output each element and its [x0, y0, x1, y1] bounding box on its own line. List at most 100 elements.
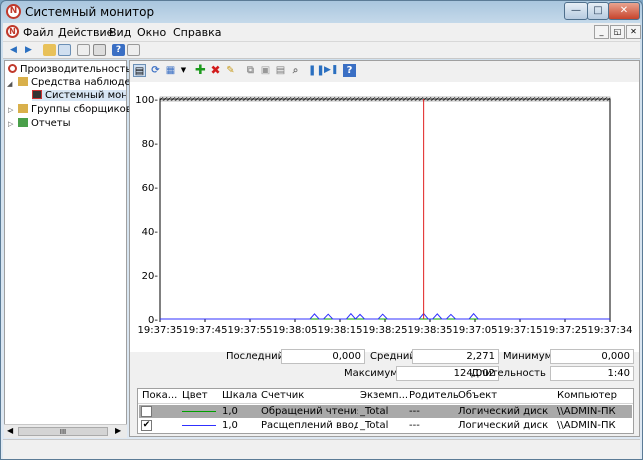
minimize-button[interactable]: — [564, 2, 588, 20]
maximize-button[interactable]: □ [587, 2, 609, 20]
instance-cell: _Total [360, 406, 389, 417]
forward-icon[interactable]: ▶ [22, 44, 35, 56]
expand-icon[interactable]: ▷ [8, 120, 13, 128]
view-log-data-icon[interactable]: ⟳ [149, 64, 162, 77]
average-value: 2,271 [412, 349, 499, 364]
show-checkbox[interactable] [141, 406, 152, 417]
up-folder-icon[interactable] [43, 44, 56, 56]
update-data-icon[interactable]: ▶❚ [324, 64, 338, 77]
chart-icon [32, 90, 42, 99]
header-divider [138, 403, 633, 404]
plot-border [159, 98, 611, 320]
tree-item-reports[interactable]: Отчеты [18, 118, 70, 129]
last-value: 0,000 [281, 349, 365, 364]
show-hide-tree-icon[interactable] [58, 44, 71, 56]
tree-horizontal-scrollbar[interactable]: ◀ III ▶ [4, 424, 127, 438]
x-tick-label: 19:38:05 [273, 325, 318, 336]
report-icon [18, 118, 28, 127]
col-color[interactable]: Цвет [182, 390, 208, 401]
perfmon-app-icon: N [6, 4, 21, 19]
close-button[interactable]: ✕ [608, 2, 640, 20]
properties-icon[interactable] [93, 44, 106, 56]
app-menu-icon[interactable]: N [6, 25, 19, 38]
y-tick-label: 40- [142, 227, 159, 238]
folder-icon [18, 104, 28, 113]
menu-window[interactable]: Окно [137, 26, 166, 39]
x-tick-label: 19:37:25 [543, 325, 588, 336]
window-title: Системный монитор [25, 5, 155, 19]
scroll-right-icon[interactable]: ▶ [115, 426, 121, 435]
menu-file[interactable]: Файл [23, 26, 53, 39]
mdi-minimize-button[interactable]: _ [594, 25, 609, 39]
y-tick-label: 20- [142, 271, 159, 282]
minimum-label: Минимум [503, 351, 553, 362]
x-axis: 19:37:35 19:37:45 19:37:55 19:38:05 19:38:15… [138, 319, 632, 336]
maximum-label: Максимум [344, 368, 398, 379]
instance-cell: _Total [360, 420, 389, 431]
minimum-value: 0,000 [550, 349, 634, 364]
average-label: Средний [370, 351, 416, 362]
y-tick-label: 60- [142, 183, 159, 194]
add-counter-icon[interactable]: ✚ [194, 64, 207, 77]
scroll-left-icon[interactable]: ◀ [7, 426, 13, 435]
scroll-thumb[interactable]: III [18, 427, 108, 436]
help-icon[interactable]: ? [343, 64, 356, 77]
menu-help[interactable]: Справка [173, 26, 221, 39]
show-checkbox[interactable]: ✔ [141, 420, 152, 431]
counter-legend-table: Пока... Цвет Шкала Счетчик Экземп... Род… [137, 388, 634, 434]
table-row[interactable]: 1,0 Обращений чтения... _Total --- Логич… [139, 405, 632, 418]
tree-item-performance[interactable]: Производительность [8, 64, 131, 75]
col-show[interactable]: Пока... [142, 390, 177, 401]
parent-cell: --- [409, 406, 420, 417]
graph-type-dropdown-icon[interactable]: ▼ [177, 64, 190, 77]
col-instance[interactable]: Экземп... [360, 390, 408, 401]
col-computer[interactable]: Компьютер [557, 390, 617, 401]
help-icon[interactable]: ? [112, 44, 125, 56]
highlight-icon[interactable]: ✎ [224, 64, 237, 77]
paste-counter-list-icon[interactable]: ▣ [259, 64, 272, 77]
table-row[interactable]: ✔ 1,0 Расщеплений ввод... _Total --- Лог… [139, 419, 632, 432]
x-tick-label: 19:37:15 [498, 325, 543, 336]
menu-bar: N Файл Действие Вид Окно Справка _ ◱ ✕ [3, 23, 641, 42]
view-current-activity-icon[interactable]: ▤ [133, 64, 146, 77]
x-tick-label: 19:37:45 [183, 325, 228, 336]
x-tick-label: 19:38:25 [363, 325, 408, 336]
menu-view[interactable]: Вид [109, 26, 131, 39]
system-monitor-panel: ▤ ⟳ ▦ ▼ ✚ ✖ ✎ ⧉ ▣ ▤ ⌕ ❚❚ ▶❚ ? 100- 80- 60-… [129, 60, 640, 437]
object-cell: Логический диск [458, 406, 549, 417]
back-icon[interactable]: ◀ [7, 44, 20, 56]
mdi-close-button[interactable]: ✕ [626, 25, 641, 39]
mdi-restore-button[interactable]: ◱ [610, 25, 625, 39]
zoom-icon[interactable]: ⌕ [289, 64, 302, 77]
col-parent[interactable]: Родитель [409, 390, 459, 401]
counter-cell: Обращений чтения... [261, 406, 358, 417]
change-graph-type-icon[interactable]: ▦ [164, 64, 177, 77]
x-tick-label: 19:37:35 [138, 325, 183, 336]
freeze-display-icon[interactable]: ❚❚ [308, 64, 325, 77]
x-tick-label: 19:37:55 [228, 325, 273, 336]
col-scale[interactable]: Шкала [222, 390, 257, 401]
line-chart: 100-80-60-40-20-0- 19:37:35 19:37:45 19:37… [135, 95, 632, 336]
color-swatch [182, 425, 216, 426]
expand-collapse-icon[interactable]: ◢ [7, 80, 12, 88]
console-tree-icon[interactable] [127, 44, 140, 56]
tree-item-monitoring-tools[interactable]: Средства наблюдени [18, 77, 144, 88]
copy-properties-icon[interactable]: ⧉ [244, 64, 257, 77]
parent-cell: --- [409, 420, 420, 431]
title-bar[interactable]: N Системный монитор — □ ✕ [1, 1, 642, 23]
properties-icon[interactable]: ▤ [274, 64, 287, 77]
expand-icon[interactable]: ▷ [8, 106, 13, 114]
col-object[interactable]: Объект [458, 390, 497, 401]
tree-item-collector-sets[interactable]: Группы сборщиков , [18, 104, 138, 115]
app-window: N Системный монитор — □ ✕ N Файл Действи… [0, 0, 643, 460]
menu-action[interactable]: Действие [58, 26, 113, 39]
delete-counter-icon[interactable]: ✖ [209, 64, 222, 77]
status-bar [3, 439, 640, 459]
performance-chart[interactable]: 100- 80- 60- 40- 20- 0- 19:37:35 19:37:45 19:37… [130, 82, 639, 352]
export-list-icon[interactable] [77, 44, 90, 56]
tree-item-system-monitor[interactable]: Системный мони [32, 90, 126, 101]
computer-cell: \\ADMIN-ПК [557, 406, 616, 417]
series-line-2 [160, 312, 610, 320]
folder-icon [18, 77, 28, 86]
col-counter[interactable]: Счетчик [261, 390, 304, 401]
